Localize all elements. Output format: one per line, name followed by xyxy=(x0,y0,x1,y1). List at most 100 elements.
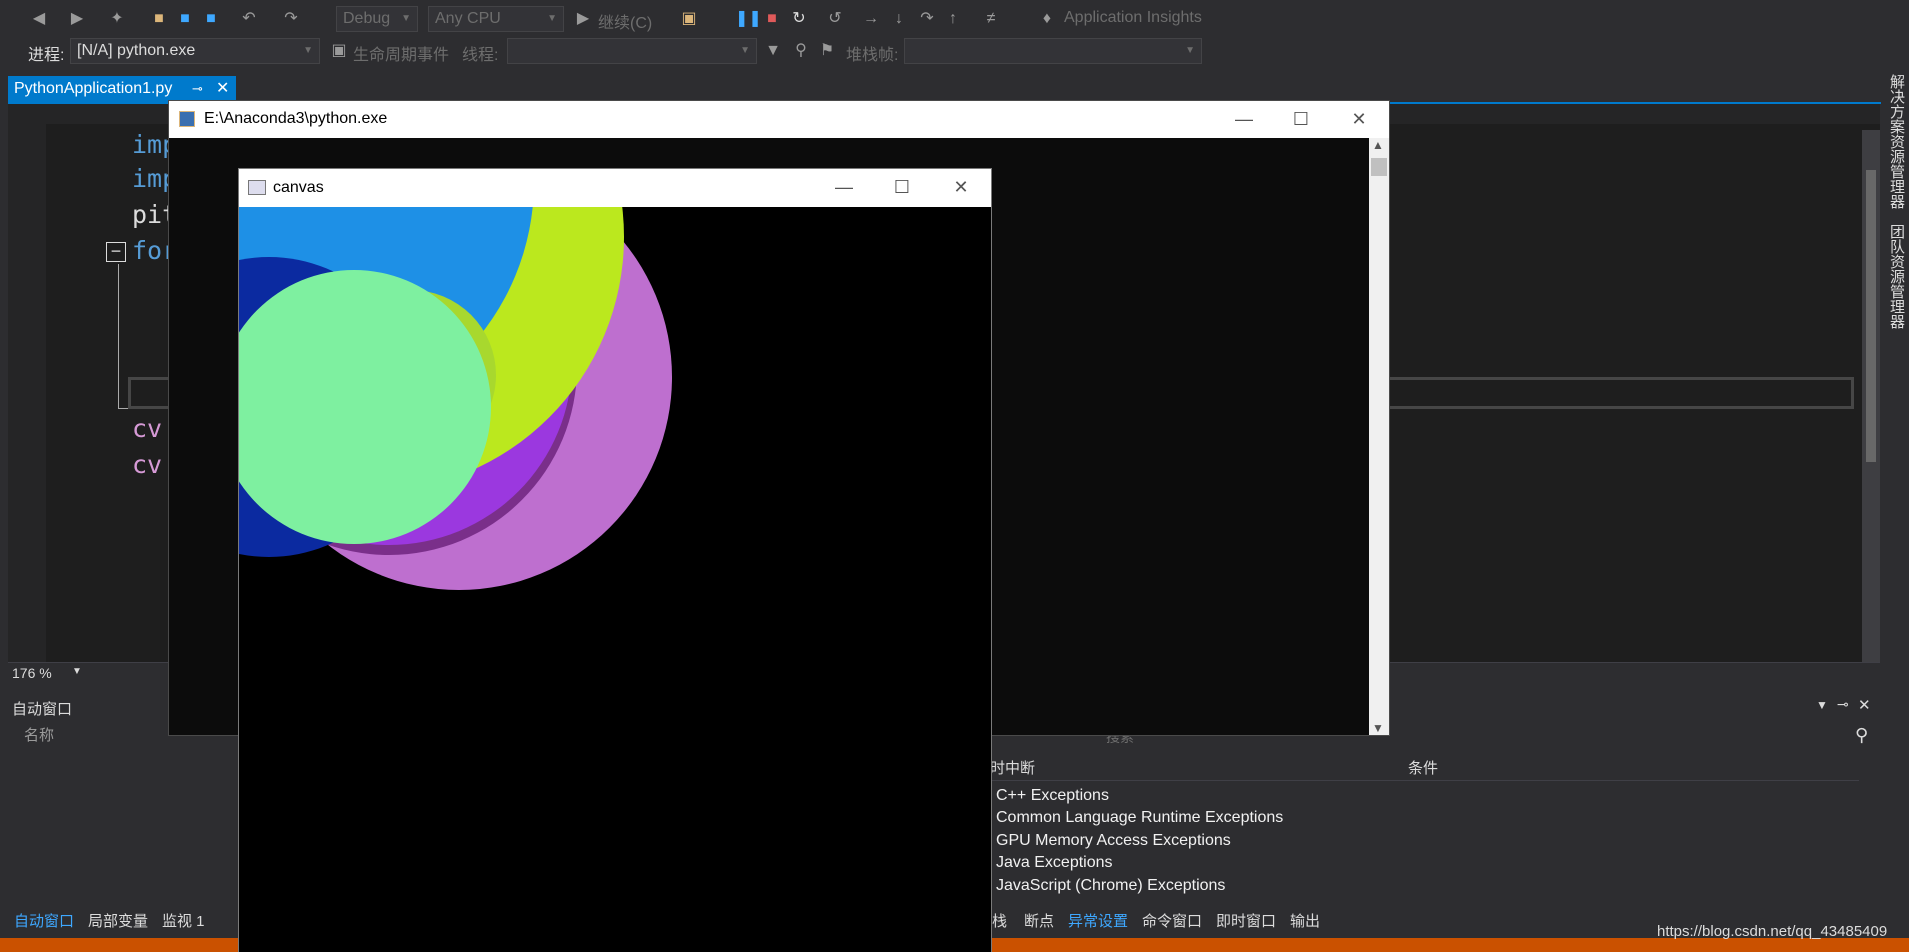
forward-icon[interactable]: ▶ xyxy=(68,10,86,28)
stack-frame-label: 堆栈帧: xyxy=(846,47,899,64)
canvas-titlebar[interactable]: canvas — ☐ ✕ xyxy=(239,169,991,207)
autos-title: 自动窗口 xyxy=(12,701,73,718)
show-next-statement-icon[interactable]: ↺ xyxy=(826,10,844,28)
step-over-icon[interactable]: → xyxy=(862,10,880,28)
thread-select[interactable]: ▼ xyxy=(507,38,757,64)
fold-guide xyxy=(118,264,119,409)
platform-select[interactable]: Any CPU ▼ xyxy=(428,6,564,32)
tab-command-window[interactable]: 命令窗口 xyxy=(1142,910,1202,931)
undo-icon[interactable]: ↶ xyxy=(240,10,258,28)
process-value: [N/A] python.exe xyxy=(77,42,196,59)
process-label: 进程: xyxy=(28,47,65,64)
lifecycle-icon[interactable]: ▣ xyxy=(330,42,348,60)
tab-output[interactable]: 输出 xyxy=(1290,910,1320,931)
debug-location-toolbar: 进程: [N/A] python.exe ▼ ▣ 生命周期事件 线程: ▼ ▼ … xyxy=(0,38,1909,74)
name-column-header[interactable]: 名称 xyxy=(24,724,54,745)
scroll-thumb[interactable] xyxy=(1371,158,1387,176)
play-icon[interactable]: ▶ xyxy=(574,10,592,28)
tab-locals[interactable]: 局部变量 xyxy=(88,910,148,931)
filter-icon[interactable]: ▼ xyxy=(764,42,782,60)
close-icon[interactable]: ✕ xyxy=(941,175,981,199)
team-explorer-tab[interactable]: 团队资源管理器 xyxy=(1886,224,1907,329)
window-menu-icon[interactable]: ▼ xyxy=(1816,698,1828,712)
lifecycle-events-button[interactable]: 生命周期事件 xyxy=(353,41,449,65)
chevron-down-icon: ▼ xyxy=(740,45,750,56)
close-icon[interactable]: ✕ xyxy=(216,76,229,102)
redo-icon[interactable]: ↷ xyxy=(282,10,300,28)
exception-row[interactable]: Common Language Runtime Exceptions xyxy=(996,809,1283,827)
tab-watch1[interactable]: 监视 1 xyxy=(162,910,205,931)
tab-label: PythonApplication1.py xyxy=(14,80,173,97)
exception-row[interactable]: JavaScript (Chrome) Exceptions xyxy=(996,877,1225,895)
canvas-window[interactable]: canvas — ☐ ✕ xyxy=(238,168,992,952)
hex-display-icon[interactable]: ≠ xyxy=(982,10,1000,28)
pin-icon[interactable]: ⊸ xyxy=(1837,696,1849,713)
exception-table-header: 时中断 条件 xyxy=(990,753,1859,781)
right-tool-rail: 解决方案资源管理器 团队资源管理器 xyxy=(1880,70,1909,370)
canvas-title: canvas xyxy=(273,179,324,196)
window-icon xyxy=(248,180,266,195)
application-insights-button[interactable]: Application Insights xyxy=(1064,9,1202,27)
tab-breakpoints[interactable]: 断点 xyxy=(1024,910,1054,931)
step-up-icon[interactable]: ↑ xyxy=(944,10,962,28)
break-column-header[interactable]: 时中断 xyxy=(990,757,1035,778)
main-toolbar: ◀ ▶ ✦ ■ ■ ■ ↶ ↷ Debug ▼ Any CPU ▼ ▶ 继续(C… xyxy=(0,0,1909,38)
maximize-icon[interactable]: ☐ xyxy=(1281,107,1321,131)
restart-icon[interactable]: ↻ xyxy=(790,10,808,28)
exception-row[interactable]: GPU Memory Access Exceptions xyxy=(996,832,1231,850)
save-all-icon[interactable]: ■ xyxy=(202,10,220,28)
continue-button[interactable]: 继续(C) xyxy=(598,9,652,33)
tab-autos[interactable]: 自动窗口 xyxy=(14,910,74,931)
platform-value: Any CPU xyxy=(435,10,501,27)
chevron-down-icon: ▼ xyxy=(401,13,411,24)
minimize-icon[interactable]: — xyxy=(824,175,864,199)
editor-vertical-scrollbar[interactable] xyxy=(1862,130,1880,662)
console-title: E:\Anaconda3\python.exe xyxy=(204,110,388,127)
close-icon[interactable]: ✕ xyxy=(1339,107,1379,131)
chevron-down-icon: ▼ xyxy=(547,13,557,24)
document-tabstrip: PythonApplication1.py ⊸ ✕ xyxy=(0,76,1880,102)
chevron-down-icon: ▼ xyxy=(1185,45,1195,56)
watermark: https://blog.csdn.net/qq_43485409 xyxy=(1657,923,1888,940)
maximize-icon[interactable]: ☐ xyxy=(882,175,922,199)
close-icon[interactable]: ✕ xyxy=(1858,696,1871,714)
zoom-level[interactable]: 176 % xyxy=(12,665,52,681)
exception-row[interactable]: C++ Exceptions xyxy=(996,787,1109,805)
collapse-icon[interactable]: − xyxy=(106,242,126,262)
tab-exception-settings[interactable]: 异常设置 xyxy=(1068,910,1128,931)
solution-explorer-tab[interactable]: 解决方案资源管理器 xyxy=(1886,74,1907,209)
lightbulb-icon[interactable]: ♦ xyxy=(1038,10,1056,28)
tab-python-application1[interactable]: PythonApplication1.py ⊸ ✕ xyxy=(8,76,236,102)
config-select[interactable]: Debug ▼ xyxy=(336,6,418,32)
scroll-up-icon[interactable]: ▲ xyxy=(1372,138,1384,152)
process-select[interactable]: [N/A] python.exe ▼ xyxy=(70,38,320,64)
thread-label: 线程: xyxy=(462,47,499,64)
step-out-icon[interactable]: ↷ xyxy=(918,10,936,28)
stack-frame-select[interactable]: ▼ xyxy=(904,38,1202,64)
minimize-icon[interactable]: — xyxy=(1224,107,1264,131)
stop-icon[interactable]: ■ xyxy=(763,10,781,28)
tab-call-stack[interactable]: 栈 xyxy=(992,910,1007,931)
config-value: Debug xyxy=(343,10,391,27)
filter-threads-icon[interactable]: ⚲ xyxy=(792,42,810,60)
console-titlebar[interactable]: E:\Anaconda3\python.exe — ☐ ✕ xyxy=(169,101,1389,138)
debug-target-icon[interactable]: ▣ xyxy=(680,10,698,28)
open-folder-icon[interactable]: ■ xyxy=(150,10,168,28)
new-project-icon[interactable]: ✦ xyxy=(108,10,126,28)
pin-icon[interactable]: ⊸ xyxy=(192,76,203,102)
pause-icon[interactable]: ❚❚ xyxy=(735,10,762,28)
exception-row[interactable]: Java Exceptions xyxy=(996,854,1113,872)
flag-icon[interactable]: ⚑ xyxy=(818,42,836,60)
step-into-icon[interactable]: ↓ xyxy=(890,10,908,28)
scroll-down-icon[interactable]: ▼ xyxy=(1372,721,1384,735)
chevron-down-icon: ▼ xyxy=(303,45,313,56)
chevron-down-icon[interactable]: ▼ xyxy=(72,666,82,677)
save-icon[interactable]: ■ xyxy=(176,10,194,28)
condition-column-header[interactable]: 条件 xyxy=(1408,757,1438,778)
search-icon[interactable]: ⚲ xyxy=(1855,725,1868,746)
console-scrollbar[interactable]: ▲ ▼ xyxy=(1369,138,1389,735)
scroll-thumb[interactable] xyxy=(1866,170,1876,462)
back-icon[interactable]: ◀ xyxy=(30,10,48,28)
tab-immediate-window[interactable]: 即时窗口 xyxy=(1216,910,1276,931)
editor-margin xyxy=(8,124,46,662)
